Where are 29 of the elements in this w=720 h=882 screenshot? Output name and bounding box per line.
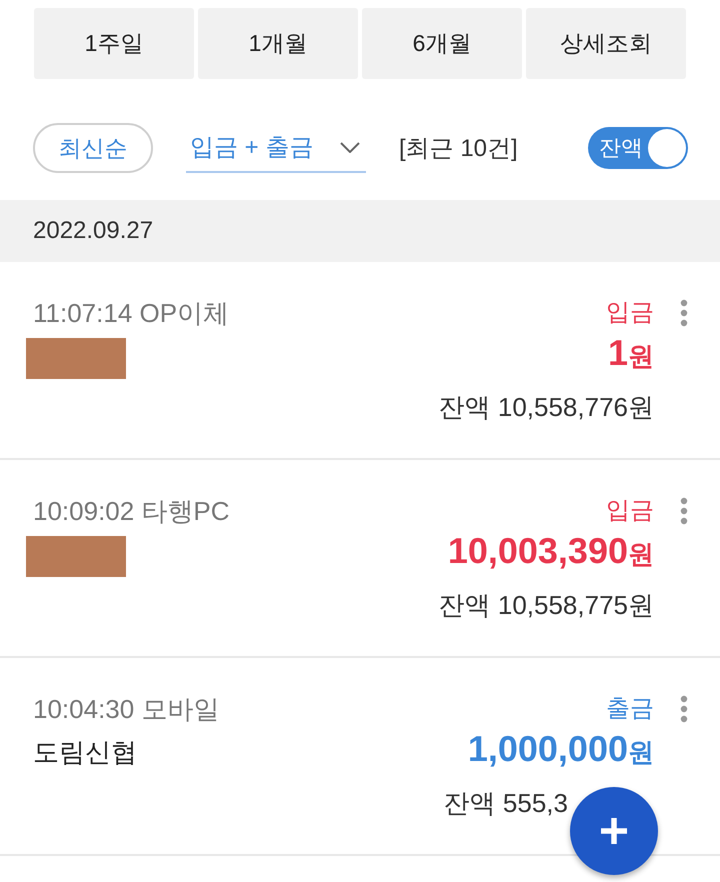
balance-text: 잔액 10,558,776원: [438, 391, 654, 424]
add-button[interactable]: [570, 787, 658, 875]
period-button[interactable]: 1주일: [34, 8, 194, 79]
transaction-time-text: 11:07:14 OP이체: [33, 297, 230, 330]
sort-button[interactable]: 최신순: [33, 123, 153, 173]
period-button[interactable]: 6개월: [362, 8, 522, 79]
toggle-knob: [648, 129, 686, 167]
balance-text: 잔액 555,3: [444, 787, 568, 820]
period-button[interactable]: 1개월: [198, 8, 358, 79]
balance-text: 잔액 10,558,775원: [438, 589, 654, 622]
amount-text: 10,003,390원: [448, 529, 654, 573]
period-button[interactable]: 상세조회: [526, 8, 686, 79]
balance-toggle[interactable]: 잔액: [588, 127, 688, 169]
transaction-type-text: 입금: [606, 298, 654, 328]
amount-text: 1원: [608, 331, 654, 375]
more-vertical-icon: [680, 497, 688, 525]
transaction-time-text: 10:04:30 모바일: [33, 693, 220, 726]
more-vertical-icon: [680, 695, 688, 723]
transaction-type-text: 출금: [606, 694, 654, 724]
type-filter-dropdown[interactable]: 입금 + 출금: [186, 123, 366, 173]
date-text: 2022.09.27: [33, 217, 154, 245]
record-count-text: [최근 10건]: [399, 134, 518, 164]
transaction-time-text: 10:09:02 타행PC: [33, 495, 230, 528]
amount-text: 1,000,000원: [468, 727, 654, 771]
counterparty-text: 도림신협: [33, 736, 137, 769]
plus-icon: [599, 816, 629, 846]
more-vertical-icon: [680, 299, 688, 327]
chevron-down-icon: [340, 142, 360, 152]
transaction-type-text: 입금: [606, 496, 654, 526]
